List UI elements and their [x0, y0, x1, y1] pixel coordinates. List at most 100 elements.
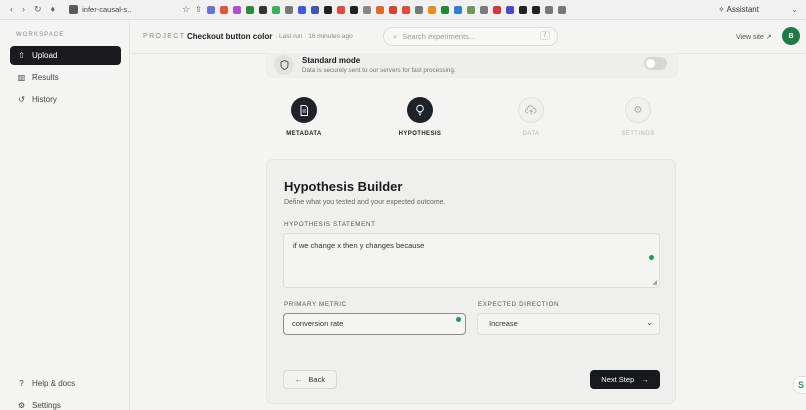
chevron-down-icon: ⌄ — [646, 318, 653, 327]
extension-icon[interactable] — [453, 5, 462, 14]
resize-handle-icon[interactable]: ◢ — [652, 279, 657, 286]
bar-chart-icon: ▥ — [17, 73, 26, 82]
sidebar-item-upload[interactable]: ⇧ Upload — [10, 46, 121, 65]
extension-icon[interactable] — [557, 5, 566, 14]
back-button-label: Back — [308, 375, 326, 384]
mode-description: Data is securely sent to our servers for… — [302, 67, 456, 74]
extension-icon[interactable] — [323, 5, 332, 14]
shield-icon — [274, 55, 294, 75]
search-input[interactable]: ⌕ Search experiments... / — [383, 27, 558, 46]
sidebar-item-label: Upload — [32, 51, 58, 60]
extension-icon[interactable] — [479, 5, 488, 14]
tab-title: infer-causal-s.. — [82, 5, 132, 14]
step-metadata[interactable]: METADATA — [269, 97, 339, 137]
sidebar-item-help[interactable]: ? Help & docs — [10, 374, 121, 393]
extension-icon[interactable] — [206, 5, 215, 14]
browser-tab[interactable]: infer-causal-s.. — [69, 5, 131, 14]
sidebar: WORKSPACE ⇧ Upload ▥ Results ↺ History ?… — [0, 21, 130, 410]
card-title: Hypothesis Builder — [284, 179, 403, 194]
step-label: METADATA — [286, 131, 322, 137]
extension-icon[interactable] — [258, 5, 267, 14]
extension-icon[interactable] — [232, 5, 241, 14]
step-label: SETTINGS — [621, 131, 655, 137]
extension-icon[interactable] — [297, 5, 306, 14]
hypothesis-builder-card: Hypothesis Builder Define what you teste… — [266, 159, 676, 404]
assistant-button[interactable]: ✧ Assistant — [718, 5, 759, 14]
history-icon: ↺ — [18, 95, 25, 104]
primary-metric-field[interactable]: conversion rate — [283, 313, 466, 335]
top-bar: PROJECT Checkout button color · Last run… — [131, 21, 806, 54]
mode-title: Standard mode — [302, 56, 361, 65]
document-icon — [291, 97, 317, 123]
primary-metric-value: conversion rate — [292, 319, 344, 328]
arrow-right-icon: → — [641, 375, 649, 384]
extension-icon[interactable] — [518, 5, 527, 14]
step-hypothesis[interactable]: HYPOTHESIS — [385, 97, 455, 137]
floating-assistant-icon[interactable]: S — [793, 376, 806, 394]
sidebar-item-history[interactable]: ↺ History — [10, 90, 121, 109]
project-label: PROJECT — [143, 33, 186, 40]
card-subtitle: Define what you tested and your expected… — [284, 199, 446, 206]
extension-icon[interactable] — [414, 5, 423, 14]
sidebar-item-label: Help & docs — [32, 379, 76, 388]
hypothesis-statement-field[interactable]: if we change x then y changes because ◢ — [283, 233, 660, 288]
search-placeholder: Search experiments... — [402, 32, 476, 41]
last-run-status: · Last run · 16 minutes ago — [275, 33, 353, 40]
forward-arrow-icon[interactable]: › — [22, 4, 25, 15]
standard-mode-toggle[interactable] — [644, 57, 667, 70]
extension-icon[interactable] — [310, 5, 319, 14]
extensions-tray: ☆ ⇪ — [182, 4, 566, 15]
back-button[interactable]: ← Back — [283, 370, 337, 389]
extension-icon[interactable] — [401, 5, 410, 14]
expected-direction-value: Increase — [489, 319, 518, 328]
extension-icon[interactable] — [531, 5, 540, 14]
avatar[interactable]: B — [782, 27, 800, 45]
search-shortcut-hint: / — [540, 31, 550, 40]
sidebar-item-label: History — [32, 95, 57, 104]
browser-toolbar: ‹ › ↻ ♦ infer-causal-s.. ☆ ⇪ ✧ Assistant… — [0, 0, 806, 20]
extension-icon[interactable] — [505, 5, 514, 14]
microphone-icon[interactable]: ♦ — [51, 4, 56, 15]
next-step-button[interactable]: Next Step → — [590, 370, 660, 389]
arrow-left-icon: ← — [294, 375, 303, 384]
status-dot-icon — [456, 317, 461, 322]
last-run-text: Last run · 16 minutes ago — [278, 33, 353, 40]
upload-icon: ⇧ — [18, 51, 25, 60]
view-site-label: View site — [736, 34, 764, 41]
extension-icon[interactable] — [362, 5, 371, 14]
gear-icon: ⚙ — [625, 97, 651, 123]
extension-icon[interactable] — [427, 5, 436, 14]
extension-icon[interactable] — [271, 5, 280, 14]
chevron-down-icon[interactable]: ⌄ — [791, 5, 798, 14]
extension-icon[interactable] — [245, 5, 254, 14]
reload-icon[interactable]: ↻ — [34, 4, 42, 15]
project-name[interactable]: Checkout button color — [187, 32, 272, 41]
bookmark-star-icon[interactable]: ☆ — [182, 4, 190, 15]
view-site-link[interactable]: View site ↗ — [736, 33, 772, 41]
step-label: HYPOTHESIS — [398, 131, 442, 137]
external-link-icon: ↗ — [765, 34, 772, 41]
step-settings[interactable]: ⚙ SETTINGS — [603, 97, 673, 137]
sidebar-item-results[interactable]: ▥ Results — [10, 68, 121, 87]
step-label: DATA — [522, 131, 540, 137]
step-data[interactable]: DATA — [496, 97, 566, 137]
expected-direction-label: EXPECTED DIRECTION — [478, 301, 560, 308]
extension-icon[interactable] — [336, 5, 345, 14]
next-step-label: Next Step — [601, 375, 635, 384]
hypothesis-statement-label: HYPOTHESIS STATEMENT — [284, 221, 376, 228]
extension-icon[interactable] — [440, 5, 449, 14]
extension-icon[interactable] — [219, 5, 228, 14]
extension-icon[interactable] — [466, 5, 475, 14]
extension-icon[interactable] — [544, 5, 553, 14]
extension-icon[interactable] — [284, 5, 293, 14]
extension-icon[interactable] — [492, 5, 501, 14]
primary-metric-label: PRIMARY METRIC — [284, 301, 347, 308]
extension-icon[interactable] — [388, 5, 397, 14]
extension-icon[interactable] — [375, 5, 384, 14]
expected-direction-select[interactable]: Increase ⌄ — [477, 313, 660, 335]
back-arrow-icon[interactable]: ‹ — [10, 4, 13, 15]
status-dot-icon — [649, 255, 654, 260]
extension-icon[interactable] — [349, 5, 358, 14]
share-icon[interactable]: ⇪ — [195, 5, 202, 14]
sidebar-item-settings[interactable]: ⚙ Settings — [10, 396, 121, 410]
